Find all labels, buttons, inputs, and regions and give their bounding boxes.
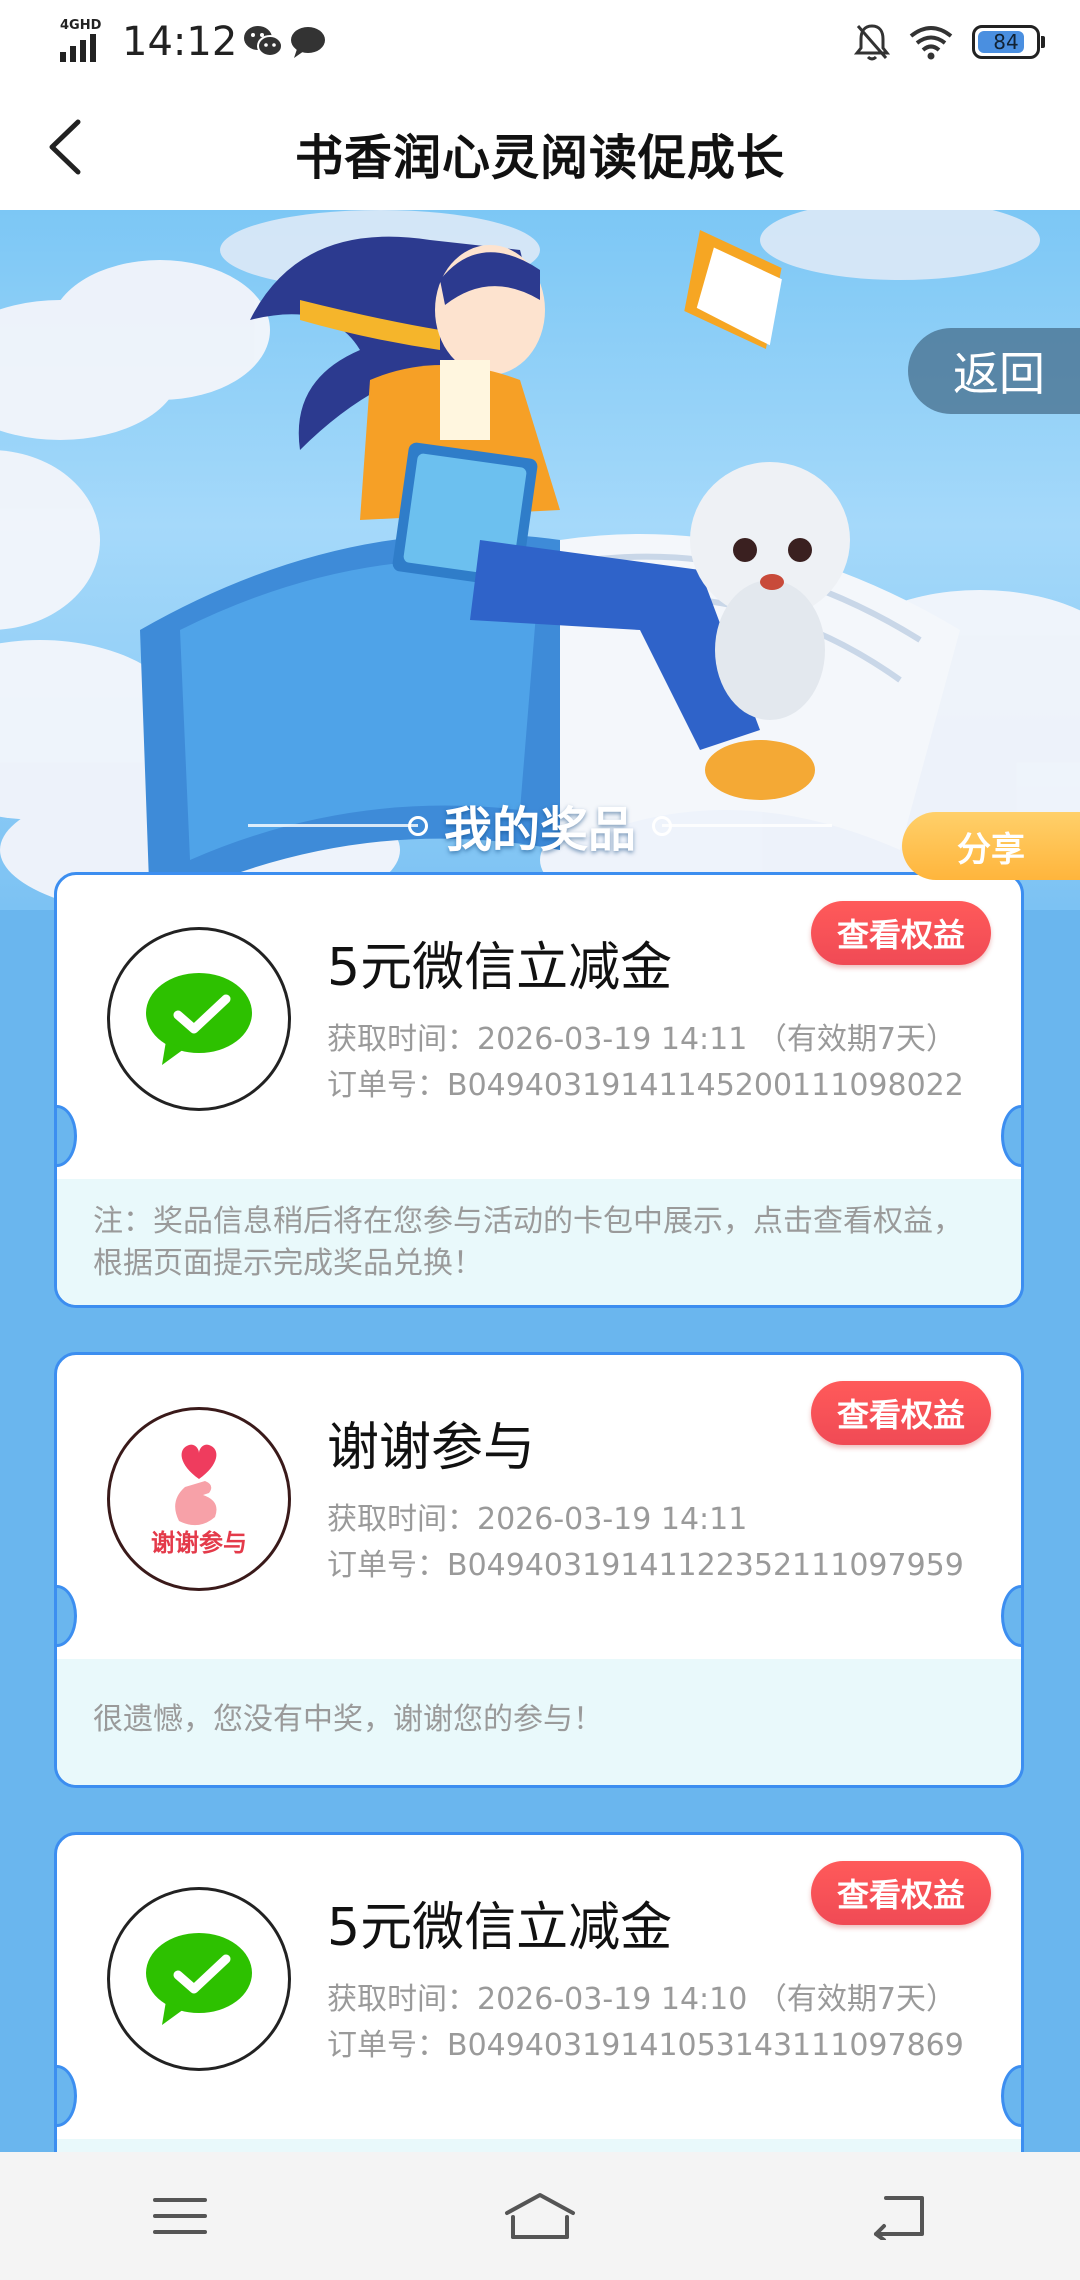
page-header: 书香润心灵阅读促成长 [0,84,1080,210]
status-right: 84 [854,18,1045,66]
status-time: 14:12 [122,19,238,65]
wifi-icon [909,26,953,60]
menu-button[interactable] [135,2181,225,2251]
battery-indicator: 84 [972,25,1045,59]
time-label: 获取时间： [327,1982,477,2017]
time-value: 2026-03-19 14:11 [477,1502,748,1537]
mute-bell-icon [854,24,890,61]
view-benefits-button[interactable]: 查看权益 [811,1381,991,1445]
thanks-heart-icon: 谢谢参与 [151,1441,247,1558]
thanks-icon-text: 谢谢参与 [151,1528,247,1557]
prize-icon-container [107,927,291,1111]
back-nav-icon [874,2196,924,2240]
ticket-notch [1001,2065,1021,2127]
ticket-notch [1001,1585,1021,1647]
home-button[interactable] [495,2181,585,2251]
prize-note: 很遗憾，您没有中奖，谢谢您的参与！ [57,1659,1021,1785]
back-nav-button[interactable] [855,2181,945,2251]
time-value: 2026-03-19 14:11 （有效期7天） [477,1022,956,1057]
prize-icon-container: 谢谢参与 [107,1407,291,1591]
order-label: 订单号： [327,1068,447,1103]
status-bar: 4GHD 14:12 84 [0,0,1080,84]
prize-icon-container [107,1887,291,2071]
system-navigation-bar [0,2152,1080,2280]
message-notification-icon [291,27,326,58]
order-label: 订单号： [327,2028,447,2063]
order-value: B04940319141053143111097869 [447,2028,964,2063]
decorative-line [652,815,832,836]
ticket-notch [57,1585,77,1647]
view-benefits-button[interactable]: 查看权益 [811,901,991,965]
order-label: 订单号： [327,1548,447,1583]
wechat-pay-icon [146,1933,252,2025]
wechat-notification-icon [244,26,284,57]
signal-icon: 4GHD [58,18,120,64]
view-benefits-button[interactable]: 查看权益 [811,1861,991,1925]
prize-card: 谢谢参与 谢谢参与 获取时间：2026-03-19 14:11 订单号：B049… [54,1352,1024,1788]
prize-meta: 获取时间：2026-03-19 14:10 （有效期7天） 订单号：B04940… [327,1977,964,2069]
ticket-notch [57,2065,77,2127]
time-label: 获取时间： [327,1502,477,1537]
page-title: 书香润心灵阅读促成长 [294,130,785,186]
time-label: 获取时间： [327,1022,477,1057]
order-value: B04940319141145200111098022 [447,1068,964,1103]
return-button[interactable]: 返回 [908,328,1080,414]
menu-icon [153,2198,207,2234]
prize-name: 5元微信立减金 [327,938,673,998]
share-button[interactable]: 分享 [902,812,1080,880]
banner: 返回 我的奖品 [0,210,1080,910]
order-value: B04940319141122352111097959 [447,1548,964,1583]
ticket-notch [1001,1105,1021,1167]
time-value: 2026-03-19 14:10 （有效期7天） [477,1982,956,2017]
status-left: 4GHD 14:12 [58,18,327,66]
home-icon [505,2193,575,2239]
prize-meta: 获取时间：2026-03-19 14:11 （有效期7天） 订单号：B04940… [327,1017,964,1109]
prize-meta: 获取时间：2026-03-19 14:11 订单号：B0494031914112… [327,1497,964,1589]
prize-card: 5元微信立减金 获取时间：2026-03-19 14:11 （有效期7天） 订单… [54,872,1024,1308]
battery-level: 84 [993,30,1019,54]
wechat-pay-icon [146,973,252,1065]
network-type: 4GHD [60,18,102,33]
prize-name: 5元微信立减金 [327,1898,673,1958]
prize-name: 谢谢参与 [327,1418,536,1478]
decorative-line [247,815,428,836]
ticket-notch [57,1105,77,1167]
section-title: 我的奖品 [443,802,636,858]
prize-note: 注：奖品信息稍后将在您参与活动的卡包中展示，点击查看权益，根据页面提示完成奖品兑… [57,1179,1021,1305]
